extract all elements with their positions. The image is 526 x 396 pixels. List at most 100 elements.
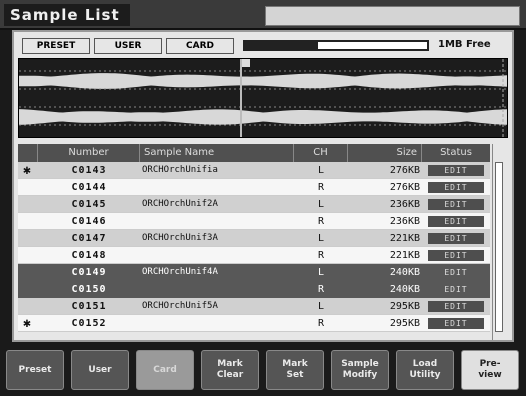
table-row[interactable]: C0146 R 236KB EDIT: [18, 213, 490, 230]
table-row[interactable]: C0147 ORCHOrchUnif3A L 221KB EDIT: [18, 230, 490, 247]
function-button-7[interactable]: Load Utility: [396, 350, 454, 390]
sample-number: C0150: [71, 284, 107, 295]
channel: R: [317, 318, 325, 329]
mark-icon: [18, 298, 36, 315]
function-button-4[interactable]: Mark Clear: [201, 350, 259, 390]
mark-icon: [18, 247, 36, 264]
channel: R: [317, 216, 325, 227]
sample-name: ORCHOrchUnif4A: [142, 267, 218, 277]
function-button-6[interactable]: Sample Modify: [331, 350, 389, 390]
sample-size: 221KB: [389, 233, 420, 244]
status-cell: EDIT: [426, 213, 486, 230]
sample-number: C0147: [71, 233, 107, 244]
table-header: Number Sample Name CH Size Status: [18, 144, 490, 162]
status-cell: EDIT: [426, 162, 486, 179]
status-badge: EDIT: [428, 182, 484, 193]
mark-icon: [18, 179, 36, 196]
table-row[interactable]: C0144 R 276KB EDIT: [18, 179, 490, 196]
channel: L: [317, 301, 325, 312]
sample-size: 236KB: [389, 216, 420, 227]
channel: L: [317, 199, 325, 210]
status-badge: EDIT: [428, 233, 484, 244]
sample-number: C0151: [71, 301, 107, 312]
table-row[interactable]: ✱ C0152 R 295KB EDIT: [18, 315, 490, 332]
sample-name: [142, 281, 292, 298]
status-badge: EDIT: [428, 250, 484, 261]
tab-user[interactable]: USER: [94, 38, 162, 54]
mark-icon: ✱: [23, 316, 31, 331]
sample-number: C0143: [71, 165, 107, 176]
mark-icon: [18, 264, 36, 281]
function-button-1[interactable]: Preset: [6, 350, 64, 390]
mark-icon: [18, 213, 36, 230]
waveform-channel: [19, 73, 507, 89]
sample-name: [142, 213, 292, 230]
header-ch: CH: [294, 144, 348, 162]
sample-size: 276KB: [389, 182, 420, 193]
sample-number: C0146: [71, 216, 107, 227]
function-button-5[interactable]: Mark Set: [266, 350, 324, 390]
table-row[interactable]: C0149 ORCHOrchUnif4A L 240KB EDIT: [18, 264, 490, 281]
channel: R: [317, 250, 325, 261]
table-row[interactable]: C0150 R 240KB EDIT: [18, 281, 490, 298]
sample-name: [142, 179, 292, 196]
sample-number: C0145: [71, 199, 107, 210]
status-badge: EDIT: [428, 318, 484, 329]
sample-number: C0152: [71, 318, 107, 329]
sample-size: 240KB: [389, 284, 420, 295]
table-row[interactable]: ✱ C0143 ORCHOrchUnifia L 276KB EDIT: [18, 162, 490, 179]
status-cell: EDIT: [426, 196, 486, 213]
memory-meter: [243, 40, 429, 51]
sample-size: 221KB: [389, 250, 420, 261]
channel: R: [317, 284, 325, 295]
status-cell: EDIT: [426, 298, 486, 315]
status-badge: EDIT: [444, 285, 468, 294]
status-cell: EDIT: [426, 281, 486, 298]
status-badge: EDIT: [428, 165, 484, 176]
sample-size: 236KB: [389, 199, 420, 210]
function-button-3[interactable]: Card: [136, 350, 194, 390]
status-cell: EDIT: [426, 179, 486, 196]
table-row[interactable]: C0145 ORCHOrchUnif2A L 236KB EDIT: [18, 196, 490, 213]
memory-free-label: 1MB Free: [438, 39, 491, 50]
scrollbar[interactable]: [492, 144, 506, 340]
function-button-2[interactable]: User: [71, 350, 129, 390]
channel: L: [317, 267, 325, 278]
status-badge: EDIT: [444, 268, 468, 277]
sample-name: [142, 247, 292, 264]
sample-name: ORCHOrchUnif3A: [142, 233, 218, 243]
tab-card[interactable]: CARD: [166, 38, 234, 54]
cursor-marker[interactable]: [242, 59, 250, 67]
mark-icon: [18, 230, 36, 247]
header-size: Size: [348, 144, 422, 162]
memory-meter-fill: [245, 42, 318, 49]
main-panel: PRESET USER CARD 1MB Free Number Sample …: [12, 30, 514, 342]
table-row[interactable]: C0151 ORCHOrchUnif5A L 295KB EDIT: [18, 298, 490, 315]
channel: L: [317, 165, 325, 176]
status-badge: EDIT: [428, 216, 484, 227]
status-badge: EDIT: [428, 301, 484, 312]
status-cell: EDIT: [426, 247, 486, 264]
function-bar: Preset User Card Mark Clear Mark Set Sample M…: [0, 344, 526, 396]
mark-icon: [18, 281, 36, 298]
scrollbar-thumb[interactable]: [495, 162, 503, 332]
sample-number: C0149: [71, 267, 107, 278]
window-title: Sample List: [4, 4, 130, 26]
title-bar-field: [265, 6, 520, 26]
title-bar: Sample List: [0, 0, 526, 30]
tab-preset[interactable]: PRESET: [22, 38, 90, 54]
sample-number: C0148: [71, 250, 107, 261]
mark-icon: ✱: [23, 163, 31, 178]
channel: L: [317, 233, 325, 244]
header-status: Status: [440, 147, 472, 158]
waveform-display: [18, 58, 508, 138]
status-cell: EDIT: [426, 230, 486, 247]
table-row[interactable]: C0148 R 221KB EDIT: [18, 247, 490, 264]
table-body: ✱ C0143 ORCHOrchUnifia L 276KB EDIT C0144 R 276K…: [18, 162, 490, 332]
sample-name: ORCHOrchUnif2A: [142, 199, 218, 209]
function-button-8[interactable]: Pre- view: [461, 350, 519, 390]
sample-size: 276KB: [389, 165, 420, 176]
header-mark: [18, 144, 38, 162]
sample-name: [142, 315, 292, 332]
sample-table: Number Sample Name CH Size Status ✱ C0143…: [18, 144, 508, 340]
